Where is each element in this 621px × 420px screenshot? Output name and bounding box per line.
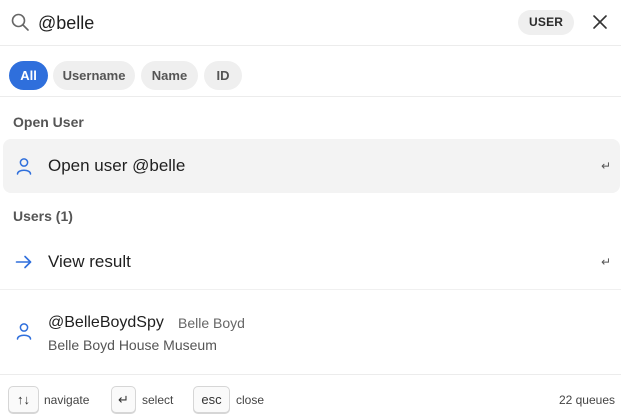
footer: ↑↓ navigate ↵ select esc close 22 queues <box>0 374 621 420</box>
search-input[interactable] <box>38 8 478 38</box>
filter-chip-username[interactable]: Username <box>53 61 135 90</box>
open-user-label: Open user @belle <box>48 156 186 175</box>
select-hint: select <box>142 393 174 407</box>
view-result-row[interactable]: View result ↵ <box>3 235 620 289</box>
select-key: ↵ <box>111 386 136 413</box>
close-icon[interactable] <box>589 11 611 33</box>
view-result-label: View result <box>48 252 131 271</box>
navigate-hint: navigate <box>44 393 90 407</box>
user-real-name: Belle Boyd <box>178 315 245 331</box>
section-label-users: Users (1) <box>13 208 73 224</box>
enter-icon: ↵ <box>600 255 611 269</box>
search-bar: USER <box>0 0 621 46</box>
queue-count: 22 queues <box>558 393 615 407</box>
open-user-row[interactable]: Open user @belle ↵ <box>3 139 620 193</box>
filter-chips: All Username Name ID <box>0 53 621 97</box>
filter-chip-all[interactable]: All <box>9 61 48 90</box>
divider <box>0 289 621 290</box>
search-icon <box>10 12 30 32</box>
user-icon <box>15 157 33 175</box>
user-handle: @BelleBoydSpy <box>48 314 164 331</box>
filter-chip-name[interactable]: Name <box>141 61 198 90</box>
arrow-right-icon <box>15 253 33 271</box>
navigate-key: ↑↓ <box>8 386 39 413</box>
user-icon <box>15 322 33 340</box>
esc-key: esc <box>193 386 230 413</box>
section-label-open-user: Open User <box>13 114 84 130</box>
filter-chip-id[interactable]: ID <box>204 61 242 90</box>
enter-icon: ↵ <box>600 159 611 173</box>
user-organization: Belle Boyd House Museum <box>48 337 217 353</box>
scope-badge[interactable]: USER <box>518 10 575 35</box>
user-result-row[interactable]: @BelleBoydSpy Belle Boyd Belle Boyd Hous… <box>3 300 620 364</box>
close-hint: close <box>236 393 265 407</box>
